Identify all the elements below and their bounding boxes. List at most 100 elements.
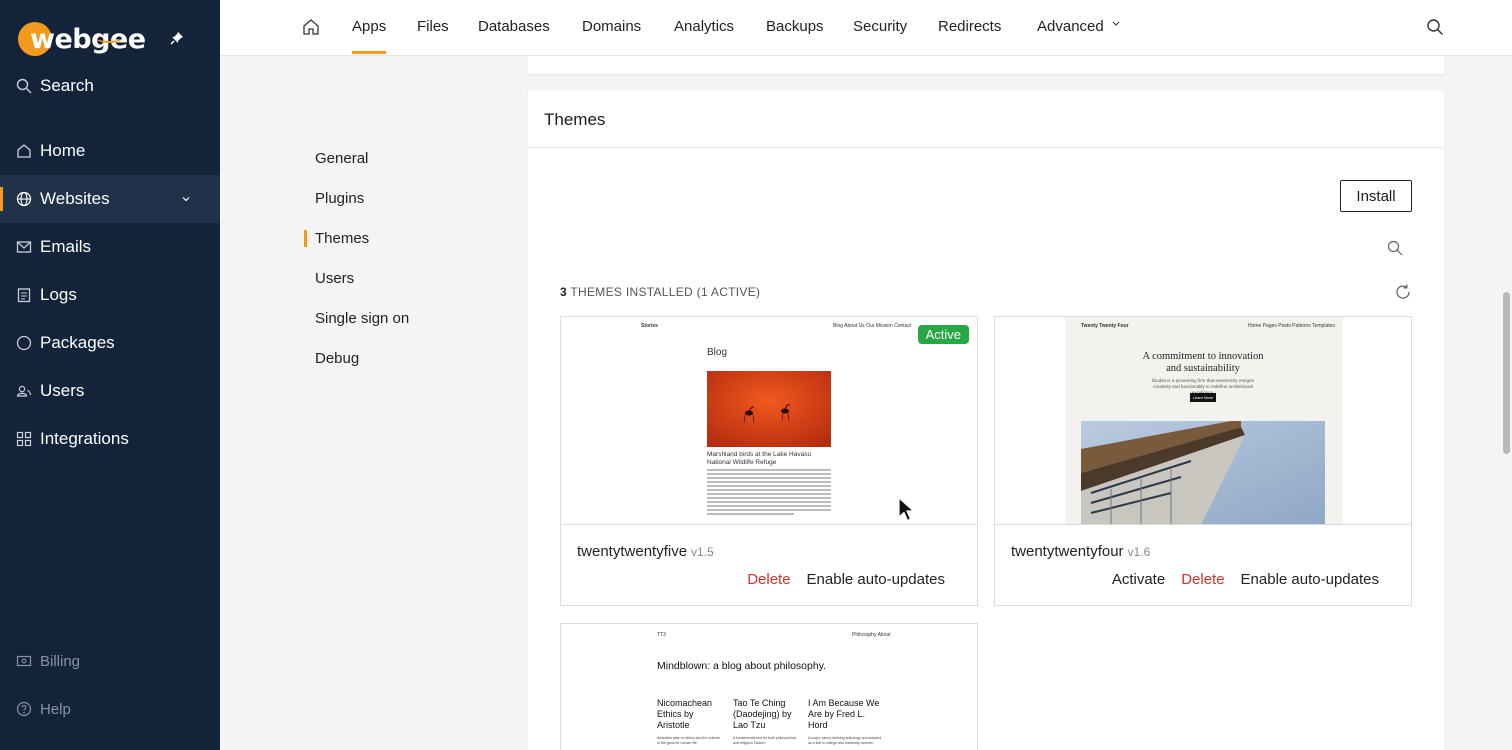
preview-blurb: A major, canon-defining anthology and ad… — [808, 736, 882, 745]
tab-analytics[interactable]: Analytics — [674, 18, 734, 35]
preview-book: Nicomachean Ethics by Aristotle — [657, 698, 713, 730]
preview-text-lines — [707, 469, 831, 517]
theme-name-label: twentytwentyfour — [1011, 543, 1124, 560]
tab-advanced[interactable]: Advanced — [1037, 18, 1121, 35]
preview-book: I Am Because We Are by Fred L. Hord — [808, 698, 880, 730]
submenu-users[interactable]: Users — [315, 270, 354, 287]
theme-name: twentytwentyfour v1.6 — [1011, 543, 1150, 560]
sidebar-item-label: Integrations — [40, 429, 129, 448]
preview-image — [1081, 421, 1325, 524]
webgee-logo[interactable]: webgee — [18, 22, 146, 56]
themes-count: 3 THEMES INSTALLED (1 ACTIVE) — [560, 285, 760, 299]
theme-preview: Twenty Twenty Four Home Pages Posts Patt… — [995, 317, 1411, 525]
pin-icon[interactable] — [170, 31, 184, 50]
theme-actions: Delete Enable auto-updates — [747, 571, 945, 588]
sidebar-item-logs[interactable]: Logs — [0, 271, 220, 319]
sidebar-item-label: Packages — [40, 333, 115, 352]
preview-blurb: A fundamental text for both philosophica… — [733, 736, 797, 745]
home-icon[interactable] — [302, 18, 320, 36]
sidebar-search[interactable]: Search — [16, 76, 94, 96]
preview-book: Tao Te Ching (Daodejing) by Lao Tzu — [733, 698, 792, 730]
theme-card[interactable]: Twenty Twenty Four Home Pages Posts Patt… — [994, 316, 1412, 606]
theme-actions: Activate Delete Enable auto-updates — [1112, 571, 1379, 588]
sidebar-item-integrations[interactable]: Integrations — [0, 415, 220, 463]
sidebar-item-label: Help — [40, 700, 71, 718]
tab-apps[interactable]: Apps — [352, 18, 387, 54]
mouse-cursor-icon — [898, 497, 916, 522]
preview-nav: Philosophy About — [852, 632, 891, 638]
submenu-single-sign-on[interactable]: Single sign on — [315, 310, 409, 327]
sidebar-item-websites[interactable]: Websites — [0, 175, 220, 223]
themes-panel: Themes Install 3 THEMES INSTALLED (1 ACT… — [528, 91, 1444, 750]
sidebar-item-label: Logs — [40, 285, 77, 304]
sidebar-item-label: Home — [40, 141, 86, 160]
preview-site-title: Twenty Twenty Four — [1081, 323, 1129, 329]
tab-domains[interactable]: Domains — [582, 18, 641, 35]
help-icon — [16, 701, 32, 717]
previous-panel — [528, 56, 1444, 74]
activate-button[interactable]: Activate — [1112, 571, 1165, 588]
tab-security[interactable]: Security — [853, 18, 907, 35]
sidebar-item-users[interactable]: Users — [0, 367, 220, 415]
sidebar-item-label: Users — [40, 381, 85, 400]
submenu-plugins[interactable]: Plugins — [315, 190, 364, 207]
tab-backups[interactable]: Backups — [766, 18, 824, 35]
globe-icon — [16, 191, 32, 207]
scrollbar-thumb[interactable] — [1503, 292, 1510, 454]
sidebar-item-label: Websites — [40, 189, 110, 208]
packages-icon — [16, 335, 32, 351]
preview-heading: Blog — [707, 347, 728, 358]
tab-advanced-label: Advanced — [1037, 18, 1104, 35]
sidebar-item-emails[interactable]: Emails — [0, 223, 220, 271]
enable-auto-updates-button[interactable]: Enable auto-updates — [1241, 571, 1379, 588]
mail-icon — [16, 241, 32, 253]
preview-site-title: Stories — [641, 323, 658, 329]
panel-title: Themes — [544, 110, 606, 129]
submenu-general[interactable]: General — [315, 150, 368, 167]
tab-redirects[interactable]: Redirects — [938, 18, 1001, 35]
sidebar-item-home[interactable]: Home — [0, 127, 220, 175]
preview-image — [707, 371, 831, 447]
divider — [528, 147, 1444, 148]
sidebar-item-billing[interactable]: Billing — [0, 637, 220, 685]
search-icon — [16, 78, 32, 94]
submenu-active-indicator — [304, 230, 307, 247]
sidebar-item-label: Billing — [40, 652, 81, 670]
sidebar-item-help[interactable]: Help — [0, 685, 220, 733]
submenu-themes[interactable]: Themes — [315, 230, 369, 247]
tab-files[interactable]: Files — [417, 18, 449, 35]
preview-site-title: TT3 — [657, 632, 666, 638]
chevron-down-icon[interactable] — [181, 194, 191, 204]
top-navigation: Apps Files Databases Domains Analytics B… — [220, 0, 1512, 56]
search-icon[interactable] — [1387, 240, 1403, 256]
preview-heading: Mindblown: a blog about philosophy. — [657, 660, 827, 672]
preview-blurb: Aristotle's take on ethics and the scien… — [657, 736, 721, 745]
preview-post-title: Marshland birds at the Lake Havasu Natio… — [707, 451, 812, 466]
theme-preview: TT3 Philosophy About Mindblown: a blog a… — [561, 624, 977, 750]
users-icon — [16, 385, 32, 397]
tab-databases[interactable]: Databases — [478, 18, 550, 35]
theme-name: twentytwentyfive v1.5 — [577, 543, 714, 560]
sidebar-item-label: Emails — [40, 237, 92, 256]
delete-button[interactable]: Delete — [747, 571, 790, 588]
chevron-down-icon — [1112, 21, 1120, 26]
themes-count-label: THEMES INSTALLED (1 ACTIVE) — [570, 285, 761, 299]
sidebar-item-packages[interactable]: Packages — [0, 319, 220, 367]
theme-card[interactable]: TT3 Philosophy About Mindblown: a blog a… — [560, 623, 978, 750]
themes-count-number: 3 — [560, 285, 567, 299]
submenu-debug[interactable]: Debug — [315, 350, 359, 367]
integrations-icon — [16, 431, 32, 447]
refresh-icon[interactable] — [1394, 283, 1412, 301]
install-button[interactable]: Install — [1340, 180, 1412, 212]
search-icon[interactable] — [1426, 18, 1444, 36]
home-icon — [17, 144, 31, 158]
enable-auto-updates-button[interactable]: Enable auto-updates — [807, 571, 945, 588]
sidebar: webgee Search Home Websites Emails Logs … — [0, 0, 220, 750]
theme-card[interactable]: Stories Blog About Us Our Mission Contac… — [560, 316, 978, 606]
preview-learn-more-button: Learn More — [1190, 393, 1216, 402]
logo-smile — [96, 33, 122, 43]
theme-name-label: twentytwentyfive — [577, 543, 688, 560]
preview-heading: A commitment to innovation and sustainab… — [1142, 351, 1264, 374]
delete-button[interactable]: Delete — [1181, 571, 1224, 588]
logs-icon — [17, 288, 31, 303]
